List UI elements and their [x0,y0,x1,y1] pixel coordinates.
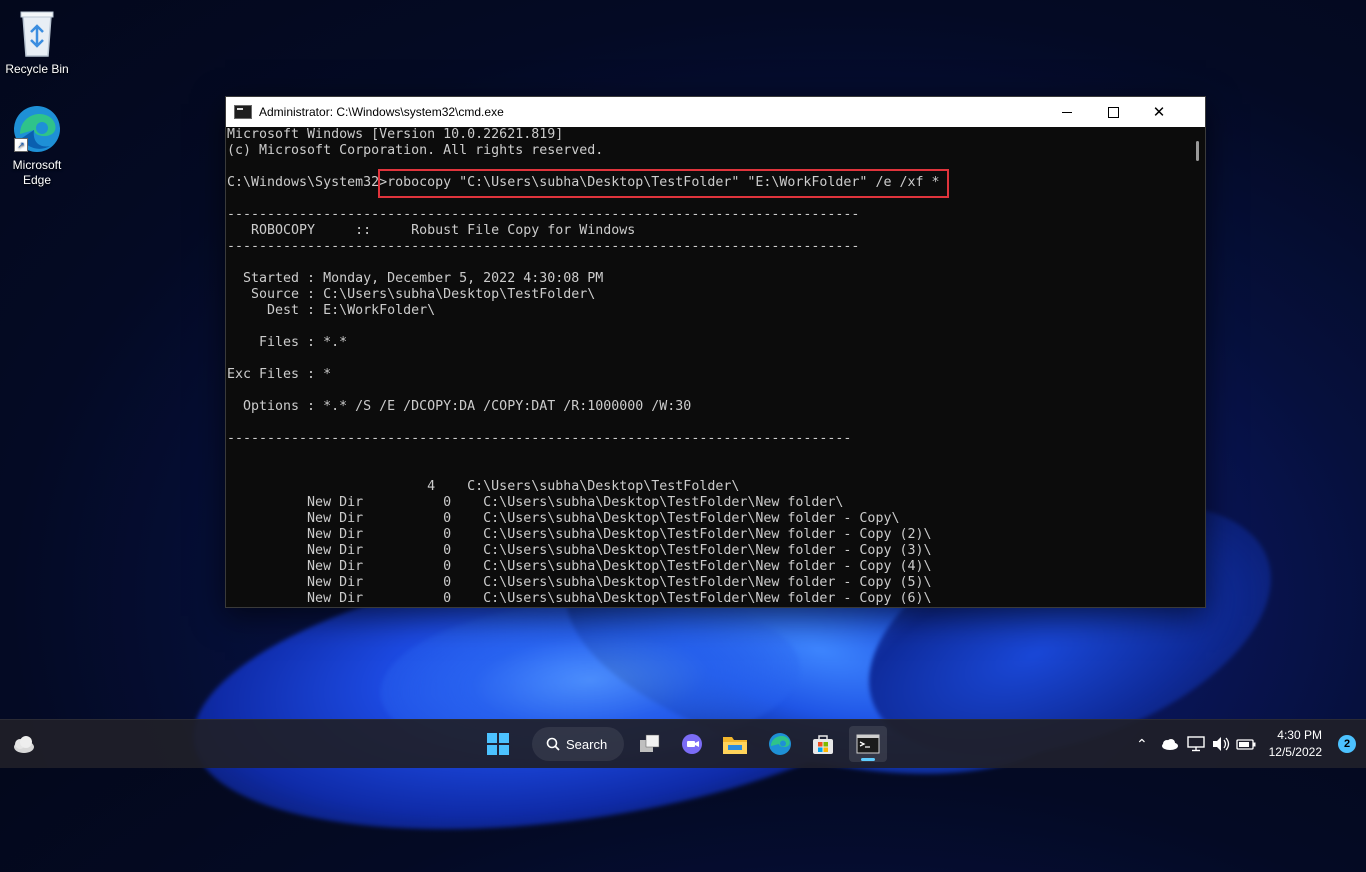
file-explorer-icon [722,733,748,755]
onedrive-cloud-icon [1159,737,1179,751]
console-line: New Dir 0 C:\Users\subha\Desktop\TestFol… [227,559,1191,575]
shortcut-arrow-icon: ↗ [14,138,28,152]
desktop-icon-microsoft-edge[interactable]: ↗ Microsoft Edge [1,104,73,188]
store-button[interactable] [804,726,842,762]
console-line: New Dir 0 C:\Users\subha\Desktop\TestFol… [227,511,1191,527]
task-view-icon [639,734,661,754]
console-line: 4 C:\Users\subha\Desktop\TestFolder\ [227,479,1191,495]
battery-tray[interactable] [1236,720,1256,768]
onedrive-tray[interactable] [1159,720,1179,768]
console-line [227,319,1191,335]
cloud-icon [10,731,36,757]
console-line: Files : *.* [227,335,1191,351]
notification-badge[interactable]: 2 [1338,735,1356,753]
chevron-up-icon: ⌃ [1136,736,1148,753]
close-button[interactable]: ✕ [1136,97,1182,127]
console-line [227,351,1191,367]
chat-icon [680,733,704,755]
console-line: ----------------------------------------… [227,239,1191,255]
console-line [227,383,1191,399]
console-line [227,415,1191,431]
console-line: Options : *.* /S /E /DCOPY:DA /COPY:DAT … [227,399,1191,415]
minimize-icon [1062,112,1072,113]
edge-icon [768,732,792,756]
volume-tray[interactable] [1211,720,1231,768]
console-line: ----------------------------------------… [227,431,1191,447]
chat-button[interactable] [673,726,711,762]
battery-icon [1236,737,1256,751]
clock-date: 12/5/2022 [1269,744,1322,761]
console-line [227,463,1191,479]
console-line [227,447,1191,463]
maximize-button[interactable] [1090,97,1136,127]
monitor-icon [1187,736,1205,752]
file-explorer-button[interactable] [716,726,754,762]
close-icon: ✕ [1153,103,1166,121]
maximize-icon [1108,107,1119,118]
console-output[interactable]: Microsoft Windows [Version 10.0.22621.81… [226,127,1191,607]
taskbar: Search ⌃ [0,719,1366,768]
console-line [227,255,1191,271]
desktop-icon-recycle-bin[interactable]: Recycle Bin [1,6,73,77]
console-line: Source : C:\Users\subha\Desktop\TestFold… [227,287,1191,303]
task-view-button[interactable] [631,726,669,762]
console-line: ----------------------------------------… [227,207,1191,223]
minimize-button[interactable] [1044,97,1090,127]
clock-time: 4:30 PM [1269,727,1322,744]
console-line: New Dir 0 C:\Users\subha\Desktop\TestFol… [227,527,1191,543]
edge-taskbar-button[interactable] [761,726,799,762]
console-line: Started : Monday, December 5, 2022 4:30:… [227,271,1191,287]
cmd-window[interactable]: Administrator: C:\Windows\system32\cmd.e… [225,96,1206,608]
store-icon [812,733,834,755]
terminal-taskbar-button[interactable] [849,726,887,762]
edge-icon: ↗ [12,104,62,154]
console-line: ROBOCOPY :: Robust File Copy for Windows [227,223,1191,239]
window-titlebar[interactable]: Administrator: C:\Windows\system32\cmd.e… [226,97,1205,127]
cmd-app-icon [234,105,252,119]
desktop-icon-label: Microsoft Edge [13,158,62,187]
scrollbar-thumb[interactable] [1196,141,1199,161]
terminal-icon [856,734,880,754]
display-tray[interactable] [1187,720,1205,768]
speaker-icon [1211,736,1231,752]
recycle-bin-icon [17,6,57,58]
windows-logo-icon [487,733,509,755]
console-line: (c) Microsoft Corporation. All rights re… [227,143,1191,159]
console-line: Microsoft Windows [Version 10.0.22621.81… [227,127,1191,143]
taskbar-search-button[interactable]: Search [532,727,624,761]
search-icon [546,737,560,751]
start-button[interactable] [479,726,517,762]
weather-widget[interactable] [10,731,36,757]
command-highlight-box [378,169,949,198]
console-line: New Dir 0 C:\Users\subha\Desktop\TestFol… [227,543,1191,559]
console-line: New Dir 0 C:\Users\subha\Desktop\TestFol… [227,591,1191,607]
console-line: New Dir 0 C:\Users\subha\Desktop\TestFol… [227,495,1191,511]
show-hidden-icons-button[interactable]: ⌃ [1136,720,1148,768]
taskbar-clock[interactable]: 4:30 PM 12/5/2022 [1269,727,1322,761]
console-line: Exc Files : * [227,367,1191,383]
desktop-icon-label: Recycle Bin [5,62,68,76]
window-title: Administrator: C:\Windows\system32\cmd.e… [259,105,504,119]
console-line: Dest : E:\WorkFolder\ [227,303,1191,319]
console-line: New Dir 0 C:\Users\subha\Desktop\TestFol… [227,575,1191,591]
console-scrollbar[interactable] [1191,127,1205,607]
search-label: Search [566,737,607,752]
